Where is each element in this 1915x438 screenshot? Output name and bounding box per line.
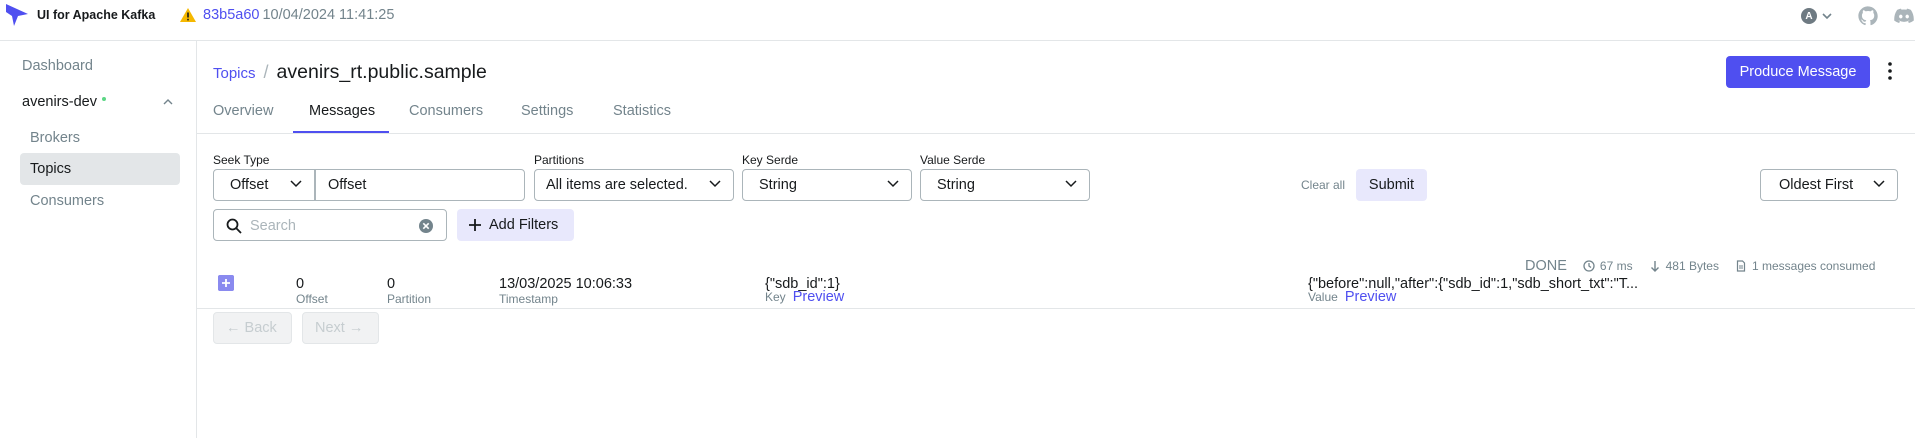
sort-order-value: Oldest First (1779, 177, 1854, 193)
page-title: avenirs_rt.public.sample (276, 61, 487, 83)
main-content: Topics / avenirs_rt.public.sample Produc… (197, 41, 1915, 438)
row-key[interactable]: {"sdb_id":1} (765, 276, 840, 292)
version-hash-link[interactable]: 83b5a60 (203, 7, 259, 23)
kafka-ui-logo-icon[interactable] (4, 2, 30, 28)
expand-row-icon[interactable] (218, 275, 234, 291)
file-icon (1736, 260, 1746, 272)
search-icon (226, 218, 242, 234)
col-header-timestamp: Timestamp (499, 292, 558, 306)
next-button[interactable]: Next → (302, 312, 379, 344)
clear-all-button[interactable]: Clear all (1301, 178, 1345, 192)
tab-consumers[interactable]: Consumers (409, 103, 483, 119)
topic-tabs: Overview Messages Consumers Settings Sta… (197, 94, 1915, 134)
key-serde-select[interactable]: String (742, 169, 912, 201)
value-serde-label: Value Serde (920, 153, 986, 167)
cluster-online-indicator (101, 97, 106, 101)
offset-input-value: Offset (328, 177, 367, 193)
sidebar-item-brokers[interactable]: Brokers (20, 122, 180, 154)
app-title[interactable]: UI for Apache Kafka (37, 8, 155, 22)
row-partition: 0 (387, 276, 396, 292)
arrow-down-icon (1650, 261, 1659, 272)
search-box[interactable] (213, 209, 447, 241)
chevron-down-icon (887, 180, 899, 188)
col-header-offset: Offset (296, 292, 328, 306)
row-value[interactable]: {"before":null,"after":{"sdb_id":1,"sdb_… (1308, 276, 1638, 292)
plus-icon (469, 219, 481, 231)
table-header-divider (197, 308, 1915, 309)
chevron-down-icon (709, 180, 721, 188)
sidebar-item-topics[interactable]: Topics (20, 153, 180, 185)
discord-icon[interactable] (1893, 5, 1915, 27)
user-menu[interactable]: A (1801, 8, 1833, 24)
seek-type-label: Seek Type (213, 153, 270, 167)
sort-order-select[interactable]: Oldest First (1760, 169, 1898, 201)
partitions-multiselect[interactable]: All items are selected. (534, 169, 734, 201)
col-header-key-label: Key (765, 290, 786, 304)
consumed-value: 1 messages consumed (1751, 259, 1876, 273)
sidebar-cluster-toggle[interactable]: avenirs-dev (22, 94, 173, 110)
elapsed-value: 67 ms (1599, 259, 1633, 273)
value-serde-select[interactable]: String (920, 169, 1090, 201)
bytes-value: 481 Bytes (1665, 259, 1719, 273)
chevron-down-icon (290, 180, 302, 188)
add-filters-button[interactable]: Add Filters (457, 209, 574, 241)
clock-icon (1583, 260, 1595, 272)
chevron-up-icon (163, 99, 173, 105)
sidebar: Dashboard avenirs-dev Brokers Topics Con… (0, 41, 197, 438)
offset-input[interactable]: Offset (315, 169, 525, 201)
tab-overview[interactable]: Overview (213, 103, 273, 119)
warning-icon (180, 8, 196, 22)
github-icon[interactable] (1857, 5, 1879, 27)
clear-search-icon[interactable] (418, 218, 434, 234)
breadcrumb: Topics / avenirs_rt.public.sample (213, 61, 487, 84)
partitions-label: Partitions (534, 153, 585, 167)
sidebar-item-consumers[interactable]: Consumers (20, 185, 180, 217)
more-options-icon[interactable] (1888, 61, 1892, 81)
cluster-name: avenirs-dev (22, 94, 97, 110)
consumed-stat: 1 messages consumed (1735, 259, 1875, 273)
chevron-down-icon (1873, 180, 1885, 188)
value-serde-value: String (937, 177, 975, 193)
status-text: DONE (1525, 258, 1567, 274)
col-header-partition: Partition (387, 292, 432, 306)
breadcrumb-separator: / (263, 62, 269, 82)
elapsed-stat: 67 ms (1583, 259, 1633, 273)
top-navbar: UI for Apache Kafka 83b5a60 10/04/2024 1… (0, 0, 1915, 41)
active-tab-indicator (293, 131, 389, 133)
key-serde-label: Key Serde (742, 153, 799, 167)
top-right-actions: A (1801, 5, 1915, 27)
tab-statistics[interactable]: Statistics (613, 103, 671, 119)
partitions-value: All items are selected. (546, 177, 688, 193)
chevron-down-icon (1065, 180, 1077, 188)
col-header-value-label: Value (1308, 290, 1338, 304)
breadcrumb-topics-link[interactable]: Topics (213, 65, 256, 82)
row-timestamp: 13/03/2025 10:06:33 (499, 276, 633, 292)
bytes-stat: 481 Bytes (1649, 259, 1719, 273)
user-avatar[interactable]: A (1801, 8, 1817, 24)
seek-type-select[interactable]: Offset (213, 169, 315, 201)
tab-messages[interactable]: Messages (309, 103, 375, 119)
consume-stats: DONE 67 ms 481 Bytes 1 messages consumed (1525, 258, 1875, 274)
submit-button[interactable]: Submit (1356, 169, 1427, 201)
row-offset: 0 (296, 276, 305, 292)
produce-message-button[interactable]: Produce Message (1726, 56, 1870, 88)
back-button[interactable]: ← Back (213, 312, 292, 344)
chevron-down-icon (1822, 13, 1832, 20)
sidebar-item-dashboard[interactable]: Dashboard (22, 58, 93, 74)
tab-settings[interactable]: Settings (521, 103, 573, 119)
seek-type-value: Offset (230, 177, 269, 193)
search-input[interactable] (250, 216, 410, 236)
key-serde-value: String (759, 177, 797, 193)
version-info[interactable]: 83b5a60 10/04/2024 11:41:25 (180, 7, 394, 23)
version-date: 10/04/2024 11:41:25 (262, 7, 395, 23)
add-filters-label: Add Filters (489, 217, 559, 233)
